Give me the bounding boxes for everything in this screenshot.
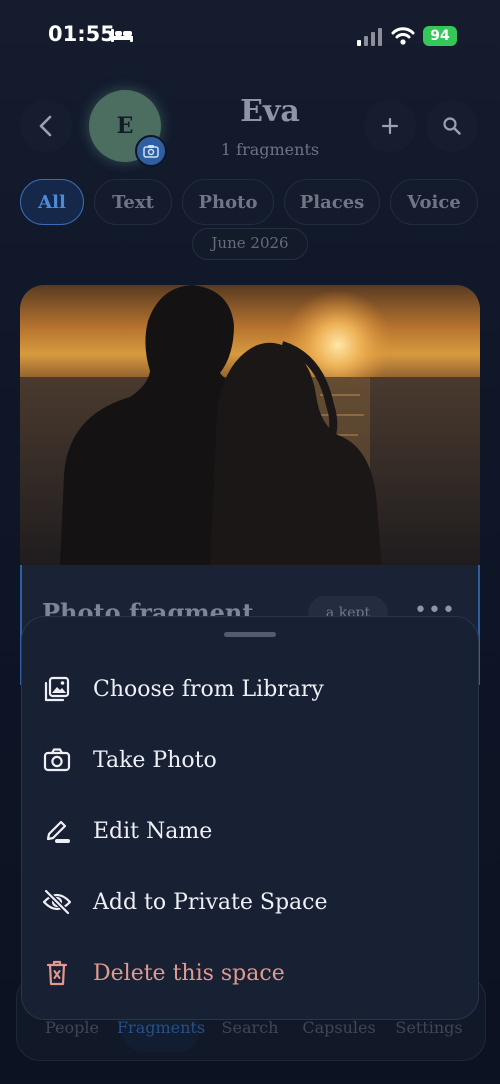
add-to-private-space-label: Add to Private Space bbox=[93, 889, 328, 915]
tab-search[interactable]: Search bbox=[205, 1018, 295, 1037]
add-to-private-space-option[interactable]: Add to Private Space bbox=[40, 877, 460, 927]
fragment-photo[interactable] bbox=[20, 285, 480, 567]
back-button[interactable] bbox=[20, 100, 72, 152]
pencil-icon bbox=[46, 820, 70, 843]
tab-people[interactable]: People bbox=[27, 1018, 117, 1037]
photo-library-icon bbox=[44, 676, 70, 702]
avatar-initial: E bbox=[116, 113, 134, 139]
date-group-label: June 2026 bbox=[192, 228, 308, 260]
delete-space-label: Delete this space bbox=[93, 960, 285, 986]
take-photo-option[interactable]: Take Photo bbox=[40, 735, 460, 785]
choose-from-library-label: Choose from Library bbox=[93, 676, 324, 702]
chevron-left-icon bbox=[39, 115, 52, 137]
filter-places[interactable]: Places bbox=[284, 179, 380, 225]
eye-slash-icon bbox=[42, 889, 72, 915]
take-photo-label: Take Photo bbox=[93, 747, 217, 773]
sunset-couple-image bbox=[20, 285, 480, 567]
delete-space-option[interactable]: Delete this space bbox=[40, 948, 460, 998]
tab-fragments[interactable]: Fragments bbox=[116, 1018, 206, 1037]
search-button[interactable] bbox=[426, 100, 478, 152]
tab-capsules[interactable]: Capsules bbox=[294, 1018, 384, 1037]
filter-text[interactable]: Text bbox=[94, 179, 172, 225]
camera-icon bbox=[143, 145, 159, 158]
status-bar: 01:55 94 bbox=[0, 0, 500, 72]
fragment-count: 1 fragments bbox=[220, 140, 320, 159]
add-button[interactable] bbox=[364, 100, 416, 152]
sheet-drag-handle[interactable] bbox=[224, 632, 276, 637]
camera-icon bbox=[43, 748, 71, 772]
plus-icon bbox=[381, 117, 399, 135]
trash-icon bbox=[46, 960, 68, 986]
page-title: Eva bbox=[240, 94, 300, 129]
sleep-focus-icon bbox=[111, 29, 133, 42]
search-icon bbox=[443, 117, 461, 135]
status-time: 01:55 bbox=[48, 22, 115, 46]
wifi-icon bbox=[391, 27, 415, 45]
choose-from-library-option[interactable]: Choose from Library bbox=[40, 664, 460, 714]
edit-name-label: Edit Name bbox=[93, 818, 213, 844]
edit-name-option[interactable]: Edit Name bbox=[40, 806, 460, 856]
tab-settings[interactable]: Settings bbox=[384, 1018, 474, 1037]
filter-voice[interactable]: Voice bbox=[390, 179, 478, 225]
change-photo-button[interactable] bbox=[135, 135, 167, 167]
filter-all[interactable]: All bbox=[20, 179, 84, 225]
cellular-signal-icon bbox=[357, 28, 382, 46]
filter-photo[interactable]: Photo bbox=[182, 179, 274, 225]
battery-indicator: 94 bbox=[423, 26, 457, 46]
